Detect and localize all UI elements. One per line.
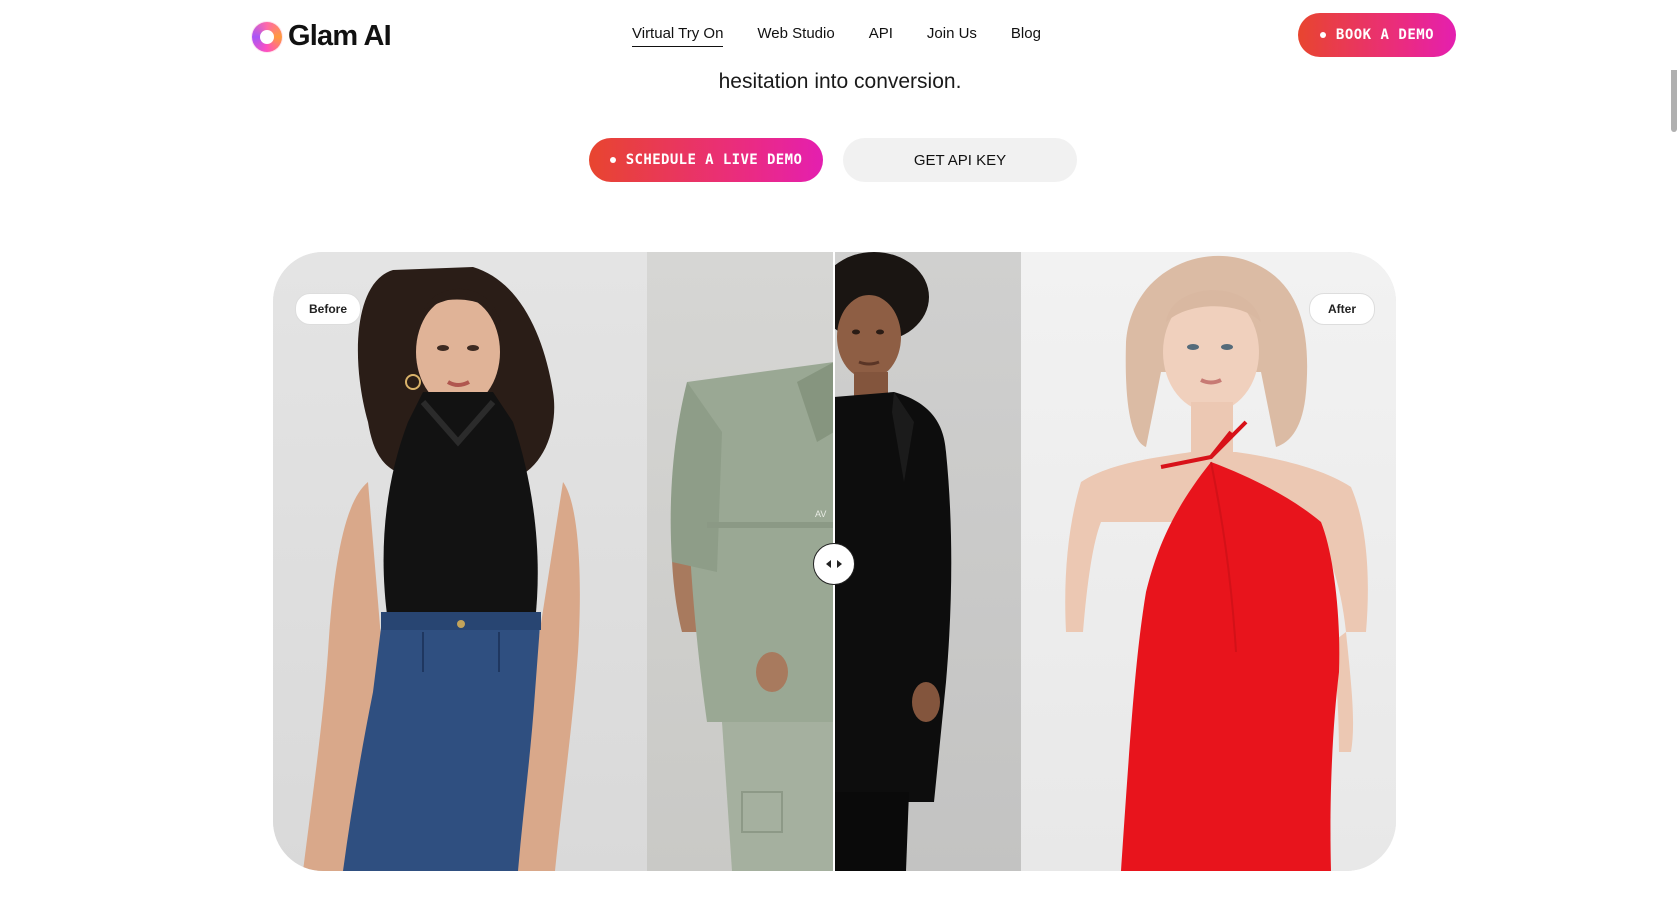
nav-api[interactable]: API — [869, 24, 893, 47]
nav-web-studio[interactable]: Web Studio — [757, 24, 834, 47]
book-demo-button[interactable]: BOOK A DEMO — [1298, 13, 1456, 57]
after-label: After — [1309, 293, 1375, 325]
model-illustration — [834, 252, 952, 871]
ring-logo-icon — [252, 21, 282, 52]
after-model-image-man — [834, 252, 1021, 871]
schedule-live-demo-label: SCHEDULE A LIVE DEMO — [625, 152, 803, 168]
brand[interactable]: Glam AI — [252, 20, 392, 53]
dot-icon — [609, 157, 616, 163]
model-illustration: AV — [670, 362, 834, 871]
model-illustration — [303, 267, 580, 871]
site-header: Glam AI Virtual Try On Web Studio API Jo… — [0, 0, 1680, 70]
after-model-image-woman — [1021, 252, 1396, 871]
get-api-key-button[interactable]: GET API KEY — [843, 138, 1077, 182]
before-model-image-woman — [273, 252, 647, 871]
main-nav: Virtual Try On Web Studio API Join Us Bl… — [632, 24, 1075, 47]
before-model-image-man: AV — [647, 252, 834, 871]
before-label: Before — [295, 293, 361, 325]
comparison-slider-handle[interactable] — [813, 543, 855, 585]
brand-name: Glam AI — [288, 20, 392, 52]
cta-row: SCHEDULE A LIVE DEMO GET API KEY — [589, 138, 1077, 182]
svg-text:AV: AV — [815, 509, 826, 519]
page: Glam AI Virtual Try On Web Studio API Jo… — [0, 0, 1680, 915]
model-illustration — [1065, 255, 1368, 871]
nav-join-us[interactable]: Join Us — [927, 24, 977, 47]
schedule-live-demo-button[interactable]: SCHEDULE A LIVE DEMO — [589, 138, 823, 182]
nav-blog[interactable]: Blog — [1011, 24, 1041, 47]
page-scrollbar[interactable] — [1668, 0, 1680, 915]
hero-text-line: hesitation into conversion. — [718, 70, 962, 93]
book-demo-label: BOOK A DEMO — [1335, 27, 1435, 43]
before-after-comparison[interactable]: AV Before After — [273, 252, 1396, 871]
arrows-left-right-icon — [826, 560, 842, 568]
dot-icon — [1319, 32, 1326, 38]
nav-virtual-try-on[interactable]: Virtual Try On — [632, 24, 724, 47]
